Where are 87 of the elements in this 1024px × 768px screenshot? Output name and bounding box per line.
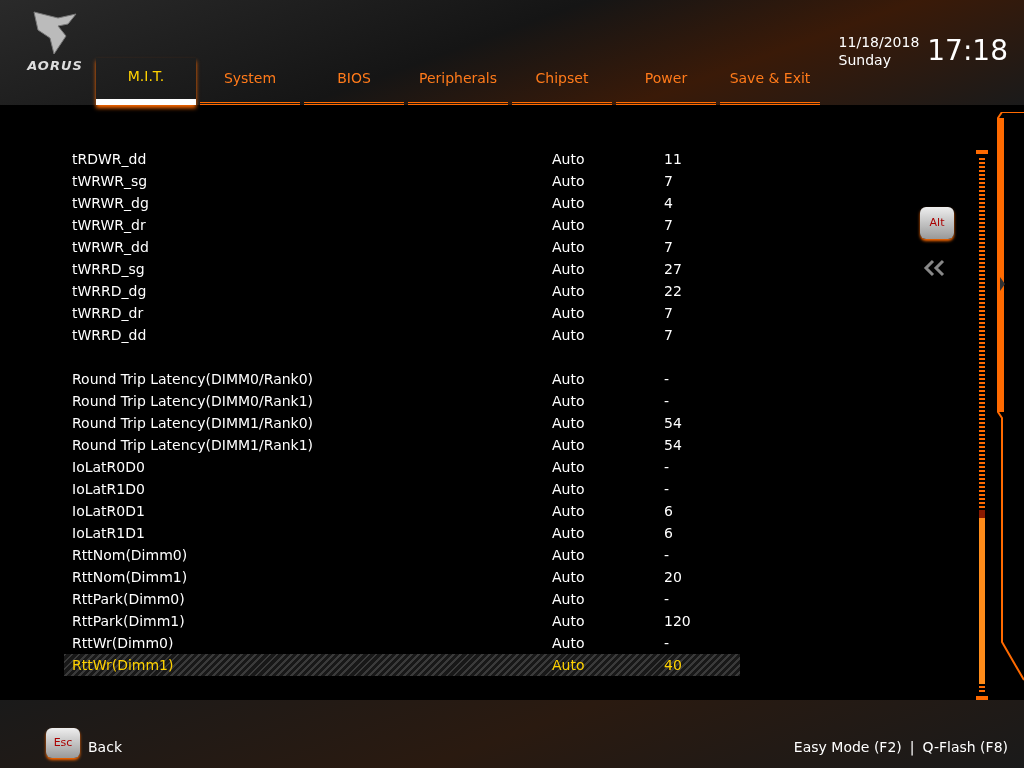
setting-label[interactable]: IoLatR0D0 — [72, 456, 552, 478]
setting-mode[interactable]: Auto — [552, 412, 664, 434]
setting-value: - — [664, 457, 670, 477]
scrollbar[interactable] — [975, 150, 989, 700]
setting-mode[interactable]: Auto — [552, 258, 664, 280]
setting-value: 7 — [664, 237, 673, 257]
setting-value: 54 — [664, 413, 682, 433]
setting-value: 6 — [664, 501, 673, 521]
setting-mode[interactable]: Auto — [552, 522, 664, 544]
setting-label[interactable]: RttNom(Dimm1) — [72, 566, 552, 588]
menu-tab[interactable]: Chipset — [512, 58, 612, 105]
setting-mode[interactable]: Auto — [552, 566, 664, 588]
setting-mode[interactable]: Auto — [552, 170, 664, 192]
setting-mode[interactable]: Auto — [552, 368, 664, 390]
side-panel-tab-drawing[interactable] — [996, 112, 1024, 682]
setting-mode[interactable]: Auto — [552, 544, 664, 566]
setting-label[interactable]: tWRRD_dr — [72, 302, 552, 324]
setting-mode[interactable]: Auto — [552, 302, 664, 324]
setting-label[interactable]: IoLatR0D1 — [72, 500, 552, 522]
setting-mode[interactable]: Auto — [552, 434, 664, 456]
setting-label[interactable]: Round Trip Latency(DIMM1/Rank0) — [72, 412, 552, 434]
easy-mode-link[interactable]: Easy Mode (F2) — [793, 737, 902, 758]
menu-tab[interactable]: M.I.T. — [96, 58, 196, 105]
setting-label[interactable]: Round Trip Latency(DIMM1/Rank1) — [72, 434, 552, 456]
setting-value: 120 — [664, 611, 691, 631]
setting-mode[interactable]: Auto — [552, 324, 664, 346]
setting-mode[interactable]: Auto — [552, 148, 664, 170]
setting-value: 7 — [664, 215, 673, 235]
setting-label[interactable]: tWRWR_dr — [72, 214, 552, 236]
setting-value: 6 — [664, 523, 673, 543]
alt-key-button[interactable]: Alt — [920, 207, 954, 239]
setting-label[interactable]: IoLatR1D1 — [72, 522, 552, 544]
setting-mode[interactable]: Auto — [552, 478, 664, 500]
setting-value: 7 — [664, 303, 673, 323]
selected-setting-row[interactable]: RttWr(Dimm1) Auto 40 — [64, 654, 740, 676]
setting-label[interactable]: tWRWR_dg — [72, 192, 552, 214]
separator-text: | — [909, 738, 915, 758]
qflash-link[interactable]: Q-Flash (F8) — [922, 737, 1008, 758]
setting-value: 4 — [664, 193, 673, 213]
setting-label[interactable]: tWRRD_sg — [72, 258, 552, 280]
setting-value: - — [664, 391, 670, 411]
weekday-text: Sunday — [838, 51, 892, 69]
brand-logo: AORUS — [27, 57, 83, 75]
setting-label[interactable]: tRDWR_dd — [72, 148, 552, 170]
back-label[interactable]: Back — [88, 737, 122, 758]
setting-value: 20 — [664, 567, 682, 587]
setting-mode[interactable]: Auto — [552, 610, 664, 632]
setting-value: 22 — [664, 281, 682, 301]
setting-value: - — [664, 369, 670, 389]
setting-value: 11 — [664, 149, 682, 169]
menu-tab[interactable]: BIOS — [304, 58, 404, 105]
date-text: 11/18/2018 — [838, 33, 920, 51]
setting-label[interactable]: RttPark(Dimm1) — [72, 610, 552, 632]
setting-mode[interactable]: Auto — [552, 214, 664, 236]
setting-label[interactable]: tWRRD_dd — [72, 324, 552, 346]
setting-mode[interactable]: Auto — [552, 390, 664, 412]
setting-label[interactable]: RttWr(Dimm0) — [72, 632, 552, 654]
setting-label[interactable]: tWRWR_dd — [72, 236, 552, 258]
setting-mode[interactable]: Auto — [552, 588, 664, 610]
setting-value: 7 — [664, 171, 673, 191]
setting-label[interactable]: RttNom(Dimm0) — [72, 544, 552, 566]
setting-value: - — [664, 479, 670, 499]
setting-mode[interactable]: Auto — [552, 632, 664, 654]
setting-value: - — [664, 633, 670, 653]
menu-tab[interactable]: Save & Exit — [720, 58, 820, 105]
esc-key-button[interactable]: Esc — [46, 728, 80, 758]
setting-value: - — [664, 545, 670, 565]
setting-mode[interactable]: Auto — [552, 280, 664, 302]
setting-value: 7 — [664, 325, 673, 345]
setting-label[interactable]: tWRRD_dg — [72, 280, 552, 302]
setting-label[interactable]: Round Trip Latency(DIMM0/Rank0) — [72, 368, 552, 390]
menu-tab[interactable]: Peripherals — [408, 58, 508, 105]
setting-label[interactable]: Round Trip Latency(DIMM0/Rank1) — [72, 390, 552, 412]
setting-label[interactable]: IoLatR1D0 — [72, 478, 552, 500]
double-chevron-left-icon[interactable] — [923, 258, 947, 277]
menu-tab[interactable]: System — [200, 58, 300, 105]
setting-mode[interactable]: Auto — [552, 500, 664, 522]
setting-mode[interactable]: Auto — [552, 192, 664, 214]
setting-label[interactable]: tWRWR_sg — [72, 170, 552, 192]
setting-label[interactable]: RttPark(Dimm0) — [72, 588, 552, 610]
menu-tab[interactable]: Power — [616, 58, 716, 105]
setting-value: - — [664, 589, 670, 609]
setting-value: 54 — [664, 435, 682, 455]
clock-time: 17:18 — [927, 33, 1008, 69]
setting-mode[interactable]: Auto — [552, 236, 664, 258]
setting-mode[interactable]: Auto — [552, 456, 664, 478]
setting-value: 27 — [664, 259, 682, 279]
